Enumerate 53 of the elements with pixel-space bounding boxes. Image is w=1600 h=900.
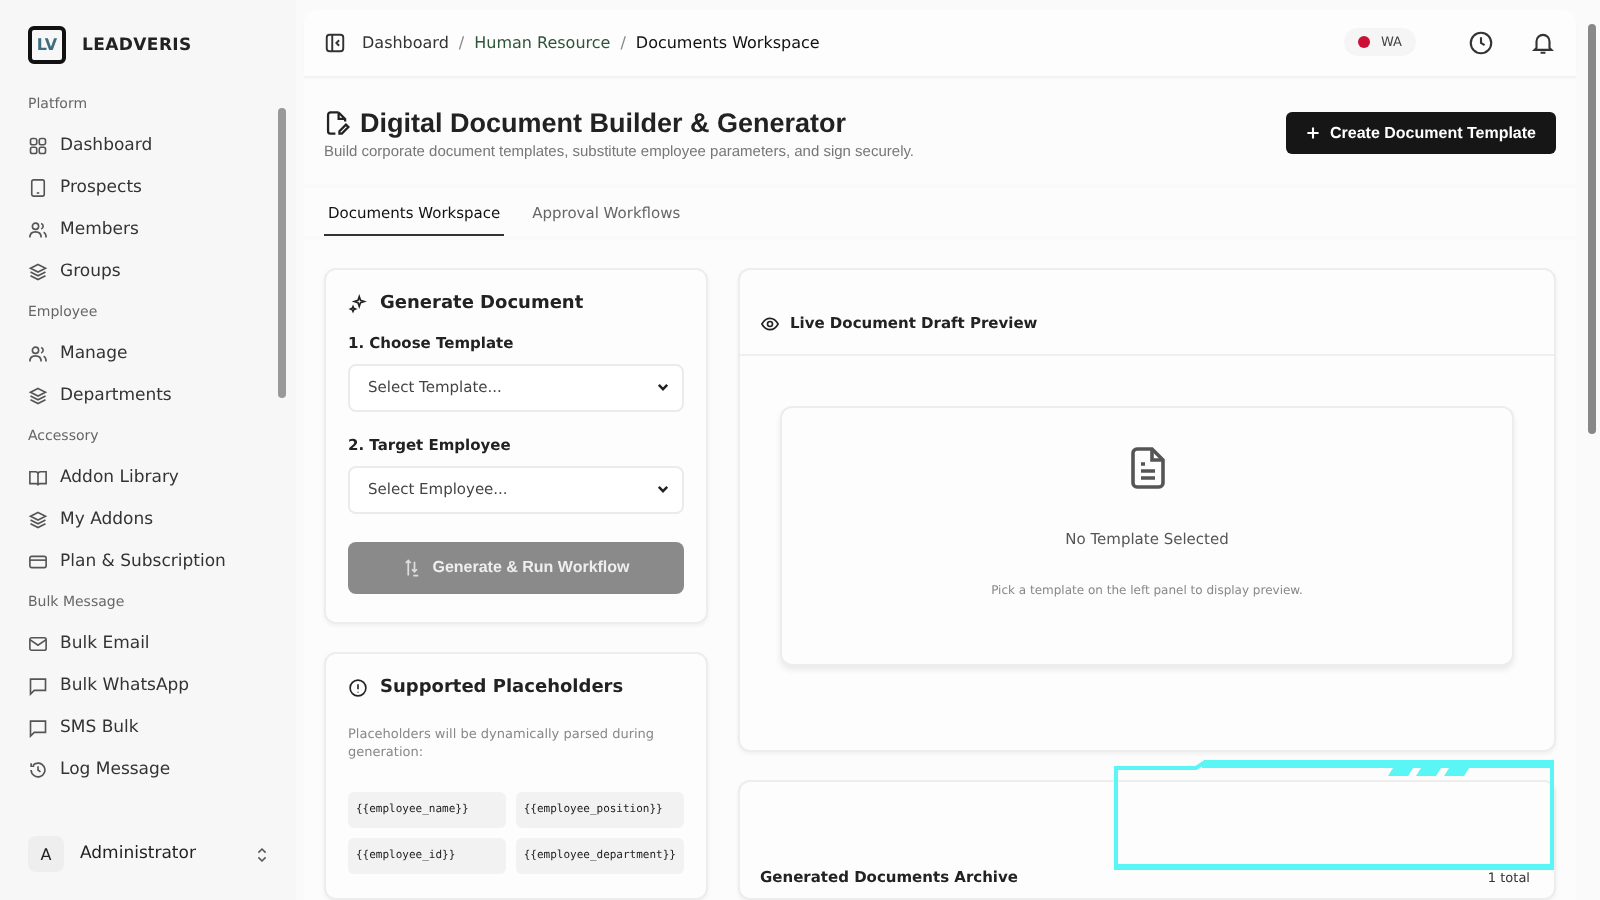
clock-icon[interactable] [1468,29,1494,56]
sidebar-item[interactable]: Prospects [28,166,268,208]
scrollbar[interactable] [278,108,286,398]
history-icon [28,759,48,779]
sidebar-item[interactable]: Bulk WhatsApp [28,664,268,706]
chevron-up-down-icon [256,845,268,863]
create-template-button[interactable]: Create Document Template [1286,112,1556,154]
users-icon [28,219,48,239]
sidebar-item[interactable]: Groups [28,250,268,292]
card-icon [28,551,48,571]
chat-icon [28,717,48,737]
document-edit-icon [324,109,350,135]
sidebar-item[interactable]: My Addons [28,498,268,540]
plus-icon [1306,126,1320,140]
sidebar-item[interactable]: Manage [28,332,268,374]
card-title: Generate Document [380,293,584,313]
eye-icon [760,313,780,333]
bell-icon[interactable] [1530,29,1556,56]
sidebar-toggle-icon[interactable] [324,31,346,54]
sidebar-item[interactable]: Log Message [28,748,268,790]
breadcrumb-separator: / [458,33,465,52]
chevron-down-icon [656,482,670,496]
book-icon [28,467,48,487]
grid-icon [28,135,48,155]
page-scrollbar[interactable] [1588,24,1596,434]
layers-icon [28,509,48,529]
card-title: Supported Placeholders [380,677,624,697]
info-icon [348,677,368,697]
breadcrumb-link[interactable]: Human Resource [474,33,611,52]
user-menu[interactable]: A Administrator [20,832,276,876]
avatar: A [28,836,64,872]
brand-logo: LV [28,26,66,64]
sidebar-item[interactable]: Addon Library [28,456,268,498]
chat-icon [28,675,48,695]
users-icon [28,343,48,363]
tablet-icon [28,177,48,197]
layers-icon [28,261,48,281]
breadcrumb-link[interactable]: Dashboard [362,33,449,52]
sidebar-item[interactable]: Bulk Email [28,622,268,664]
sidebar-item[interactable]: Plan & Subscription [28,540,268,582]
brand-name: LEADVERIS [82,35,192,55]
breadcrumb-separator: / [620,33,626,52]
mail-icon [28,633,48,653]
sidebar-item[interactable]: SMS Bulk [28,706,268,748]
breadcrumb-link[interactable]: Documents Workspace [635,33,820,52]
sidebar-item[interactable]: Members [28,208,268,250]
sort-arrows-icon [402,557,423,577]
chevron-down-icon [656,380,670,394]
sidebar-item[interactable]: Dashboard [28,124,268,166]
sparkle-icon [348,293,368,313]
page-title: Digital Document Builder & Generator [360,107,847,137]
sidebar-item[interactable]: Departments [28,374,268,416]
layers-icon [28,385,48,405]
